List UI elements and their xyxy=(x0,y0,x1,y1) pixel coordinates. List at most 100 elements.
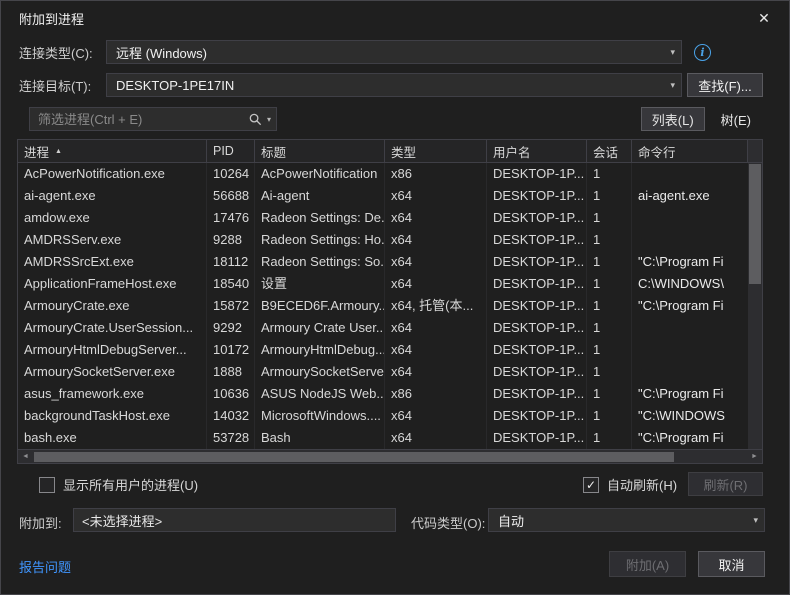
connection-target-label: 连接目标(T): xyxy=(19,76,106,95)
cell-session: 1 xyxy=(587,383,632,405)
cell-commandline: C:\WINDOWS\ xyxy=(632,273,748,295)
column-header-label: 会话 xyxy=(593,142,618,161)
column-header-username[interactable]: 用户名 xyxy=(487,140,587,162)
report-problem-link[interactable]: 报告问题 xyxy=(19,557,71,576)
table-row[interactable]: ArmourySocketServer.exe 1888 ArmourySock… xyxy=(18,361,748,383)
cell-session: 1 xyxy=(587,361,632,383)
cell-pid: 18540 xyxy=(207,273,255,295)
cell-process: backgroundTaskHost.exe xyxy=(18,405,207,427)
cell-session: 1 xyxy=(587,273,632,295)
cell-session: 1 xyxy=(587,339,632,361)
cell-pid: 15872 xyxy=(207,295,255,317)
sort-ascending-icon: ▲ xyxy=(55,148,62,155)
filter-processes-searchbox[interactable]: ▾ xyxy=(29,107,277,131)
column-header-commandline[interactable]: 命令行 xyxy=(632,140,748,162)
close-icon[interactable]: ✕ xyxy=(753,7,775,29)
cell-title: MicrosoftWindows.... xyxy=(255,405,385,427)
info-icon[interactable]: i xyxy=(694,44,711,61)
column-header-type[interactable]: 类型 xyxy=(385,140,487,162)
column-header-process[interactable]: 进程 ▲ xyxy=(18,140,207,162)
cancel-button[interactable]: 取消 xyxy=(698,551,765,577)
horizontal-scrollbar-thumb[interactable] xyxy=(34,452,674,462)
search-input[interactable] xyxy=(30,112,248,127)
cell-process: AMDRSServ.exe xyxy=(18,229,207,251)
cell-commandline: "C:\WINDOWS xyxy=(632,405,748,427)
tab-tree-label: 树(E) xyxy=(721,110,751,129)
cell-type: x64 xyxy=(385,229,487,251)
column-header-session[interactable]: 会话 xyxy=(587,140,632,162)
column-header-pid[interactable]: PID xyxy=(207,140,255,162)
column-header-title[interactable]: 标题 xyxy=(255,140,385,162)
table-row[interactable]: bash.exe 53728 Bash x64 DESKTOP-1P... 1 … xyxy=(18,427,748,449)
table-row[interactable]: amdow.exe 17476 Radeon Settings: De... x… xyxy=(18,207,748,229)
search-icon[interactable] xyxy=(248,112,263,127)
auto-refresh-checkbox[interactable]: ✓ xyxy=(583,477,599,493)
horizontal-scrollbar[interactable]: ◄ ► xyxy=(18,449,762,463)
cell-title: Ai-agent xyxy=(255,185,385,207)
column-header-label: PID xyxy=(213,144,234,158)
cell-username: DESKTOP-1P... xyxy=(487,317,587,339)
code-type-label: 代码类型(O): xyxy=(411,513,485,532)
show-all-users-option: 显示所有用户的进程(U) xyxy=(39,475,198,494)
refresh-button[interactable]: 刷新(R) xyxy=(688,472,763,496)
tab-tree-view[interactable]: 树(E) xyxy=(711,107,761,131)
cell-username: DESKTOP-1P... xyxy=(487,295,587,317)
cell-title: Armoury Crate User... xyxy=(255,317,385,339)
chevron-down-icon: ▾ xyxy=(662,47,675,58)
cell-title: ArmourySocketServer xyxy=(255,361,385,383)
code-type-dropdown[interactable]: 自动 ▾ xyxy=(488,508,765,532)
cell-commandline: "C:\Program Fi xyxy=(632,295,748,317)
cell-pid: 10264 xyxy=(207,163,255,185)
table-row[interactable]: AcPowerNotification.exe 10264 AcPowerNot… xyxy=(18,163,748,185)
vertical-scrollbar-thumb[interactable] xyxy=(749,164,761,284)
cell-process: ArmouryCrate.UserSession... xyxy=(18,317,207,339)
cancel-button-label: 取消 xyxy=(718,555,744,574)
table-row[interactable]: ApplicationFrameHost.exe 18540 设置 x64 DE… xyxy=(18,273,748,295)
attach-button[interactable]: 附加(A) xyxy=(609,551,686,577)
cell-session: 1 xyxy=(587,229,632,251)
cell-process: ArmouryCrate.exe xyxy=(18,295,207,317)
connection-type-dropdown[interactable]: 远程 (Windows) ▾ xyxy=(106,40,682,64)
cell-title: Radeon Settings: Ho... xyxy=(255,229,385,251)
vertical-scrollbar[interactable] xyxy=(748,163,762,449)
cell-commandline xyxy=(632,361,748,383)
process-table-body: AcPowerNotification.exe 10264 AcPowerNot… xyxy=(18,163,762,449)
cell-pid: 9292 xyxy=(207,317,255,339)
connection-type-label: 连接类型(C): xyxy=(19,43,106,62)
table-row[interactable]: ArmouryCrate.exe 15872 B9ECED6F.Armoury.… xyxy=(18,295,748,317)
cell-title: 设置 xyxy=(255,273,385,295)
cell-process: AMDRSSrcExt.exe xyxy=(18,251,207,273)
cell-process: ai-agent.exe xyxy=(18,185,207,207)
tab-list-view[interactable]: 列表(L) xyxy=(641,107,705,131)
cell-process: asus_framework.exe xyxy=(18,383,207,405)
table-row[interactable]: asus_framework.exe 10636 ASUS NodeJS Web… xyxy=(18,383,748,405)
table-row[interactable]: ArmouryCrate.UserSession... 9292 Armoury… xyxy=(18,317,748,339)
cell-pid: 14032 xyxy=(207,405,255,427)
table-row[interactable]: backgroundTaskHost.exe 14032 MicrosoftWi… xyxy=(18,405,748,427)
cell-username: DESKTOP-1P... xyxy=(487,405,587,427)
table-row[interactable]: ai-agent.exe 56688 Ai-agent x64 DESKTOP-… xyxy=(18,185,748,207)
table-row[interactable]: AMDRSSrcExt.exe 18112 Radeon Settings: S… xyxy=(18,251,748,273)
tab-list-label: 列表(L) xyxy=(652,110,694,129)
scroll-left-icon[interactable]: ◄ xyxy=(18,450,33,463)
chevron-down-icon[interactable]: ▾ xyxy=(267,115,271,124)
scroll-right-icon[interactable]: ► xyxy=(747,450,762,463)
cell-session: 1 xyxy=(587,185,632,207)
attach-to-field: <未选择进程> xyxy=(73,508,396,532)
cell-type: x64 xyxy=(385,251,487,273)
cell-process: bash.exe xyxy=(18,427,207,449)
cell-type: x64 xyxy=(385,317,487,339)
table-row[interactable]: AMDRSServ.exe 9288 Radeon Settings: Ho..… xyxy=(18,229,748,251)
cell-commandline xyxy=(632,339,748,361)
table-header: 进程 ▲ PID 标题 类型 用户名 会话 命令行 xyxy=(18,140,762,163)
connection-type-value: 远程 (Windows) xyxy=(116,43,207,62)
find-button[interactable]: 查找(F)... xyxy=(687,73,763,97)
show-all-users-checkbox[interactable] xyxy=(39,477,55,493)
connection-target-value: DESKTOP-1PE17IN xyxy=(116,78,234,93)
cell-title: Radeon Settings: So... xyxy=(255,251,385,273)
cell-type: x64 xyxy=(385,207,487,229)
connection-target-dropdown[interactable]: DESKTOP-1PE17IN ▾ xyxy=(106,73,682,97)
cell-commandline: "C:\Program Fi xyxy=(632,383,748,405)
cell-username: DESKTOP-1P... xyxy=(487,229,587,251)
table-row[interactable]: ArmouryHtmlDebugServer... 10172 ArmouryH… xyxy=(18,339,748,361)
